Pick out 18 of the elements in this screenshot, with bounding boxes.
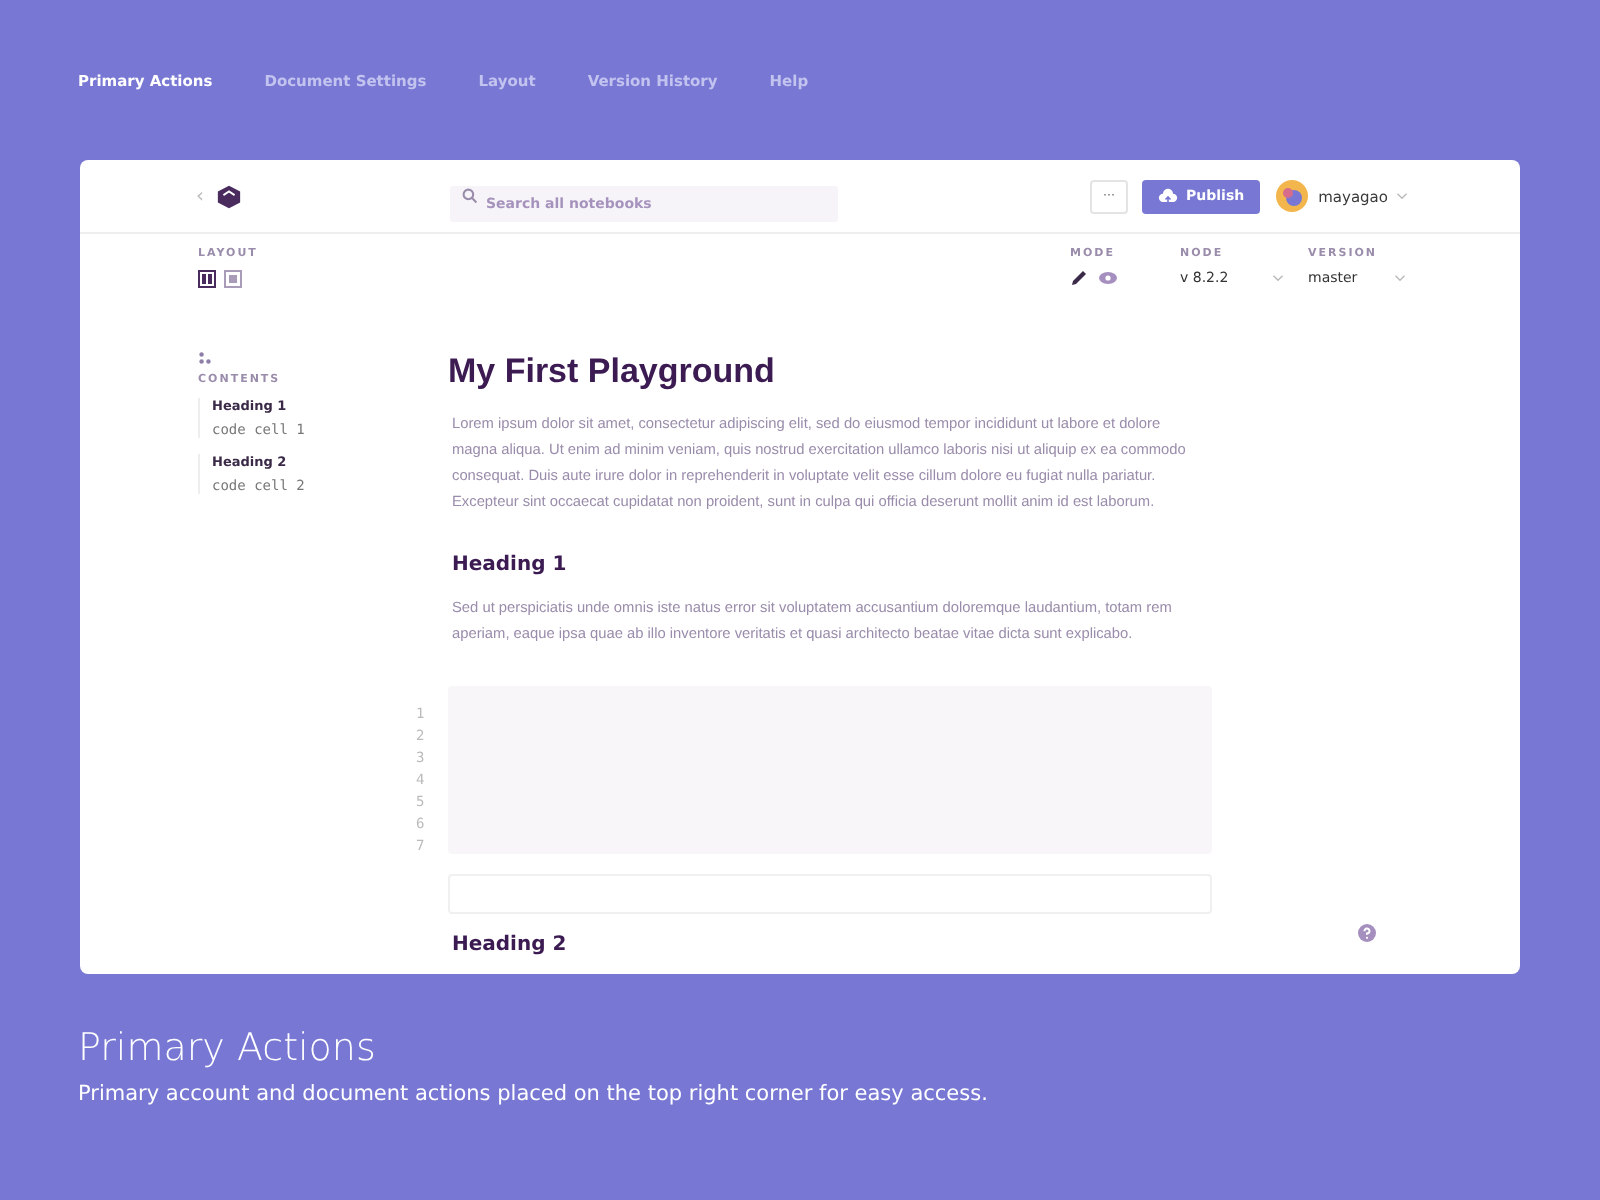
caption-title: Primary Actions: [78, 1026, 378, 1070]
outline-icon: [198, 352, 212, 364]
search-icon: [462, 188, 478, 204]
logo-icon: [216, 183, 242, 209]
chevron-down-icon: [1396, 192, 1408, 200]
eye-icon[interactable]: [1098, 270, 1118, 286]
single-layout-icon[interactable]: [224, 270, 242, 288]
pencil-icon[interactable]: [1070, 270, 1090, 286]
section-heading: Heading 2: [452, 934, 569, 956]
help-icon[interactable]: [1357, 924, 1375, 942]
split-layout-icon[interactable]: [198, 270, 216, 288]
chevron-down-icon: [1393, 274, 1406, 282]
caption-text: Primary account and document actions placed on the top right corner for easy access.: [78, 1082, 990, 1106]
document-title: My First Playground: [448, 352, 777, 392]
section-heading: Heading 1: [452, 554, 569, 576]
upload-cloud-icon: [1158, 187, 1179, 205]
chevron-down-icon: [1272, 274, 1285, 282]
avatar-icon: [1276, 180, 1309, 212]
